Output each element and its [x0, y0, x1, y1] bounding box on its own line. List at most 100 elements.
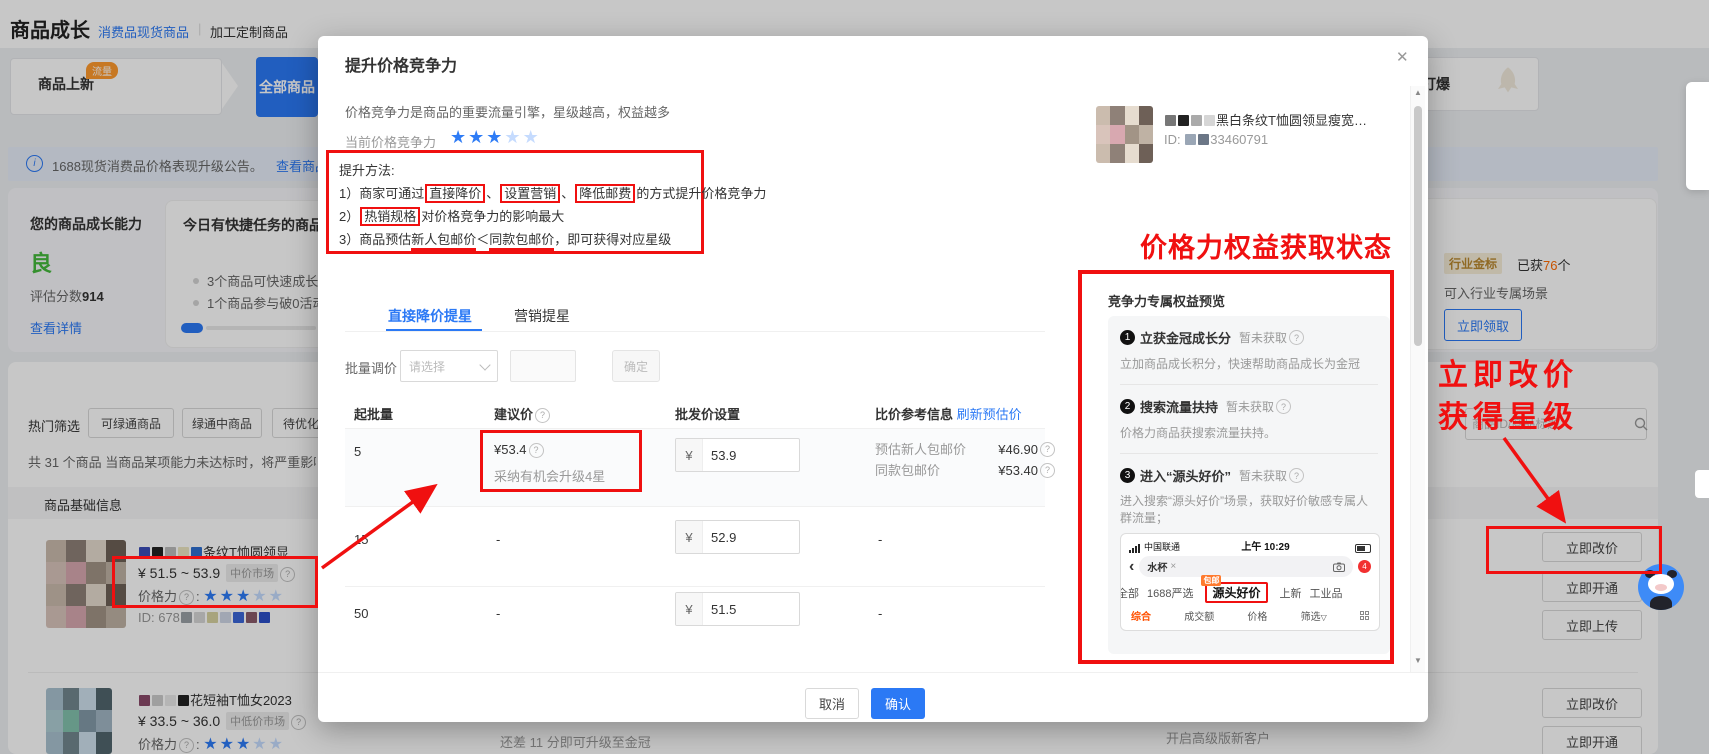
phone-mockup: 中国联通 上午 10:29 ‹ 水杯 × 4 全部 1688严	[1120, 533, 1380, 631]
number-2-icon: 2	[1120, 399, 1135, 414]
mascot-body	[1650, 596, 1672, 610]
back-icon: ‹	[1129, 558, 1134, 576]
sort-price: 价格	[1247, 608, 1267, 623]
battery-icon	[1355, 544, 1371, 553]
benefits-panel-title: 竞争力专属权益预览	[1108, 291, 1225, 310]
benefit-item-title: 2搜索流量扶持暂未获取?	[1120, 397, 1378, 416]
col-header-ref: 比价参考信息 刷新预估价	[875, 404, 1022, 423]
star-icon: ★	[523, 127, 541, 147]
mascot-nose	[1655, 584, 1667, 591]
benefit-item-desc: 价格力商品获搜索流量扶持。	[1120, 424, 1378, 441]
phone-tab: 1688严选	[1147, 585, 1193, 601]
ref-value: ¥46.90	[980, 439, 1038, 460]
help-icon[interactable]: ?	[535, 408, 550, 423]
qty-cell: 50	[354, 606, 368, 621]
methods-annotation-box: 提升方法: 1）商家可通过直接降价、设置营销、降低邮费的方式提升价格竞争力 2）…	[326, 150, 704, 254]
help-icon[interactable]: ?	[1289, 330, 1304, 345]
floating-tab[interactable]	[1695, 470, 1709, 498]
modal-product-thumbnail	[1096, 106, 1153, 163]
modal-product-id: ID: 33460791	[1164, 132, 1268, 147]
suggest-annotation-box	[480, 430, 642, 492]
price-input-row2: ¥	[675, 520, 800, 554]
search-term: 水杯	[1147, 559, 1167, 574]
carrier-label: 中国联通	[1144, 540, 1180, 553]
footer-divider	[318, 672, 1428, 673]
modal-scrollbar: ▲ ▼	[1410, 86, 1425, 672]
phone-status-bar: 中国联通 上午 10:29	[1121, 534, 1379, 553]
row-divider	[345, 586, 1045, 587]
underline-same-item-price: 同款包邮价	[489, 232, 554, 251]
bulk-adjust-select[interactable]: 请选择	[400, 350, 498, 382]
methods-line-1: 1）商家可通过直接降价、设置营销、降低邮费的方式提升价格竞争力	[339, 182, 691, 205]
ref-label: 预估新人包邮价	[875, 439, 980, 460]
phone-tab: 上新	[1280, 585, 1302, 601]
close-icon[interactable]: ✕	[1396, 48, 1409, 66]
methods-title: 提升方法:	[339, 159, 691, 182]
help-icon[interactable]: ?	[1040, 442, 1055, 457]
status-time: 上午 10:29	[1180, 538, 1351, 553]
methods-line-2: 2）热销规格对价格竞争力的影响最大	[339, 205, 691, 228]
star-icon: ★	[486, 127, 504, 147]
phone-search-row: ‹ 水杯 × 4	[1121, 553, 1379, 580]
benefit-item-desc: 立加商品成长积分，快速帮助商品成长为金冠	[1120, 355, 1378, 372]
confirm-button[interactable]: 确认	[871, 688, 925, 719]
star-icon: ★	[450, 127, 468, 147]
phone-sort-row: 综合 成交额 价格 筛选▽	[1121, 605, 1379, 623]
col-header-set-price: 批发价设置	[675, 404, 740, 423]
scroll-down-icon[interactable]: ▼	[1414, 656, 1422, 665]
clear-icon: ×	[1170, 561, 1176, 572]
modal-intro: 价格竞争力是商品的重要流量引擎，星级越高，权益越多	[345, 102, 670, 121]
help-icon[interactable]: ?	[1040, 463, 1055, 478]
funnel-icon: ▽	[1321, 613, 1327, 622]
grid-view-icon	[1360, 611, 1369, 620]
yuan-prefix: ¥	[676, 439, 703, 471]
sort-filter: 筛选▽	[1301, 608, 1327, 623]
scroll-up-icon[interactable]: ▲	[1414, 88, 1422, 97]
bulk-adjust-input[interactable]	[511, 351, 575, 381]
wholesale-price-input[interactable]	[703, 602, 789, 617]
cancel-button[interactable]: 取消	[805, 688, 859, 719]
phone-search-pill: 水杯 ×	[1139, 556, 1353, 577]
notification-badge: 4	[1358, 560, 1371, 573]
number-1-icon: 1	[1120, 330, 1135, 345]
suggest-price-cell: -	[496, 606, 500, 621]
keyword-direct-discount: 直接降价	[425, 184, 485, 203]
row-divider	[345, 506, 1045, 507]
bulk-adjust-value-box	[510, 350, 576, 382]
tabs-divider	[345, 331, 1045, 332]
screen: 商品成长 消费品现货商品 | 加工定制商品 商品上新 流量 全部商品 通天打爆 …	[0, 0, 1709, 754]
qty-cell: 5	[354, 444, 361, 459]
current-power-stars: ★★★★★	[450, 127, 541, 148]
methods-line-3: 3）商品预估新人包邮价＜同款包邮价，即可获得对应星级	[339, 228, 691, 251]
floating-toolbar[interactable]	[1686, 82, 1709, 190]
chevron-down-icon	[479, 359, 490, 370]
wholesale-price-input[interactable]	[703, 448, 789, 463]
ref-info-cell: -	[878, 532, 882, 547]
phone-tab-source-price: 源头好价 包邮	[1205, 582, 1267, 603]
suggest-price-cell: -	[496, 532, 500, 547]
keyword-set-marketing: 设置营销	[500, 184, 560, 203]
ref-label: 同款包邮价	[875, 460, 980, 481]
modal-product-title: 黑白条纹T恤圆领显瘦宽…	[1164, 110, 1414, 129]
bulk-confirm-button[interactable]: 确定	[612, 350, 660, 382]
phone-tabs-row: 全部 1688严选 源头好价 包邮 上新 工业品	[1121, 580, 1379, 605]
star-icon: ★	[468, 127, 486, 147]
sort-composite: 综合	[1131, 608, 1151, 623]
tab-direct-discount[interactable]: 直接降价提星	[388, 306, 472, 326]
number-3-icon: 3	[1120, 468, 1135, 483]
camera-icon	[1333, 562, 1345, 572]
wholesale-price-input[interactable]	[703, 530, 789, 545]
help-icon[interactable]: ?	[1289, 468, 1304, 483]
assistant-avatar[interactable]	[1638, 564, 1684, 610]
refresh-estimate-link[interactable]: 刷新预估价	[957, 407, 1022, 422]
phone-tab: 全部	[1120, 585, 1139, 601]
help-icon[interactable]: ?	[1276, 399, 1291, 414]
col-header-qty: 起批量	[354, 404, 393, 423]
yuan-prefix: ¥	[676, 593, 703, 625]
underline-newcomer-price: 新人包邮价	[411, 232, 476, 251]
tab-marketing[interactable]: 营销提星	[514, 306, 570, 326]
panel-divider	[1120, 384, 1378, 385]
scrollbar-thumb[interactable]	[1414, 106, 1422, 346]
ref-info-cell: 预估新人包邮价¥46.90? 同款包邮价¥53.40?	[875, 439, 1057, 481]
modal-title: 提升价格竞争力	[345, 52, 457, 76]
